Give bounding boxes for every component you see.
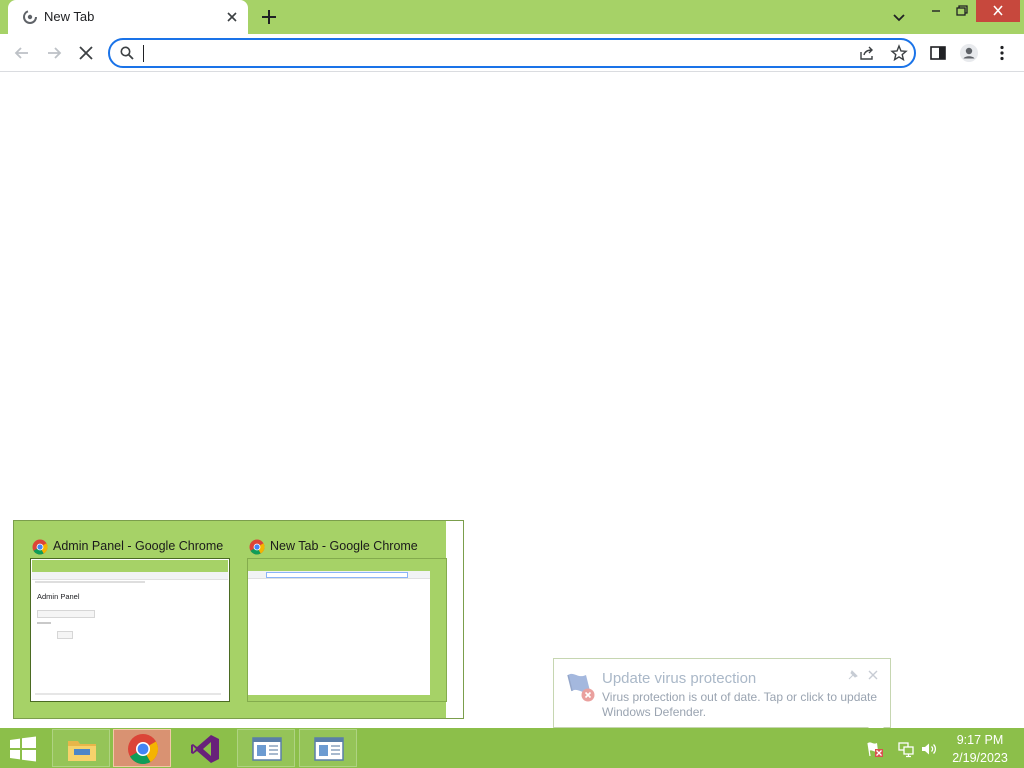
windows-start-icon[interactable]: [8, 736, 38, 762]
document-icon: [313, 733, 345, 765]
restore-window-icon[interactable]: [946, 0, 978, 22]
menu-icon[interactable]: [992, 43, 1012, 63]
pin-icon[interactable]: [847, 669, 859, 681]
taskbar-document-window[interactable]: [299, 729, 357, 767]
thumbnail-preview: [247, 558, 447, 702]
mini-admin-heading: Admin Panel: [37, 592, 80, 601]
thumbnail-preview: Admin Panel: [30, 558, 230, 702]
tab-new-tab[interactable]: New Tab: [8, 0, 248, 34]
taskbar-chrome[interactable]: [113, 729, 171, 767]
notification-title: Update virus protection: [602, 670, 757, 687]
taskbar-document-window[interactable]: [237, 729, 295, 767]
address-bar[interactable]: [108, 38, 916, 68]
defender-notification[interactable]: Update virus protection Virus protection…: [553, 658, 891, 728]
browser-title-bar: New Tab: [0, 0, 1024, 34]
new-tab-plus-icon[interactable]: [260, 8, 278, 26]
defender-warning-icon[interactable]: [866, 740, 884, 758]
mini-label: [37, 622, 51, 624]
clock-time[interactable]: 9:17 PM: [940, 733, 1020, 747]
stop-loading-icon[interactable]: [76, 43, 96, 63]
taskbar-visual-studio[interactable]: [175, 729, 233, 767]
close-tab-icon[interactable]: [224, 9, 240, 25]
mini-tab-strip: [32, 560, 228, 572]
share-icon[interactable]: [858, 44, 876, 62]
bookmark-star-icon[interactable]: [890, 44, 908, 62]
chrome-icon: [32, 539, 48, 555]
back-icon[interactable]: [12, 43, 32, 63]
thumbnail-new-tab[interactable]: New Tab - Google Chrome: [247, 533, 447, 703]
mini-footer: [35, 693, 221, 695]
thumbnail-title: New Tab - Google Chrome: [270, 539, 418, 553]
volume-icon[interactable]: [920, 740, 938, 758]
mini-new-tab-page: [248, 571, 430, 695]
profile-icon[interactable]: [959, 43, 979, 63]
text-caret: [143, 45, 144, 62]
chrome-icon: [127, 733, 159, 765]
close-icon[interactable]: [867, 669, 879, 681]
notification-body: Virus protection is out of date. Tap or …: [602, 690, 878, 719]
side-panel-icon[interactable]: [928, 43, 948, 63]
thumbnail-title: Admin Panel - Google Chrome: [53, 539, 224, 553]
taskbar-thumbnail-popup: Admin Panel - Google Chrome Admin Panel …: [13, 520, 464, 719]
mini-toolbar: [32, 572, 228, 580]
address-input[interactable]: [142, 43, 836, 65]
clock-date[interactable]: 2/19/2023: [940, 751, 1020, 765]
mini-nav: [35, 581, 145, 583]
file-explorer-icon: [66, 733, 98, 765]
search-icon: [119, 45, 135, 61]
visual-studio-icon: [189, 733, 221, 765]
mini-button: [57, 631, 73, 639]
browser-toolbar: [0, 34, 1024, 72]
close-window-icon[interactable]: [976, 0, 1020, 22]
popup-edge: [446, 521, 463, 718]
document-icon: [251, 733, 283, 765]
mini-input: [37, 610, 95, 618]
loading-favicon-icon: [22, 9, 38, 25]
forward-icon[interactable]: [44, 43, 64, 63]
taskbar-file-explorer[interactable]: [52, 729, 110, 767]
defender-flag-icon: [564, 669, 598, 703]
tab-title: New Tab: [44, 9, 95, 24]
mini-address-bar: [266, 572, 408, 578]
tab-search-icon[interactable]: [891, 9, 907, 25]
chrome-icon: [249, 539, 265, 555]
thumbnail-admin-panel[interactable]: Admin Panel - Google Chrome Admin Panel: [30, 533, 230, 703]
network-icon[interactable]: [897, 740, 915, 758]
